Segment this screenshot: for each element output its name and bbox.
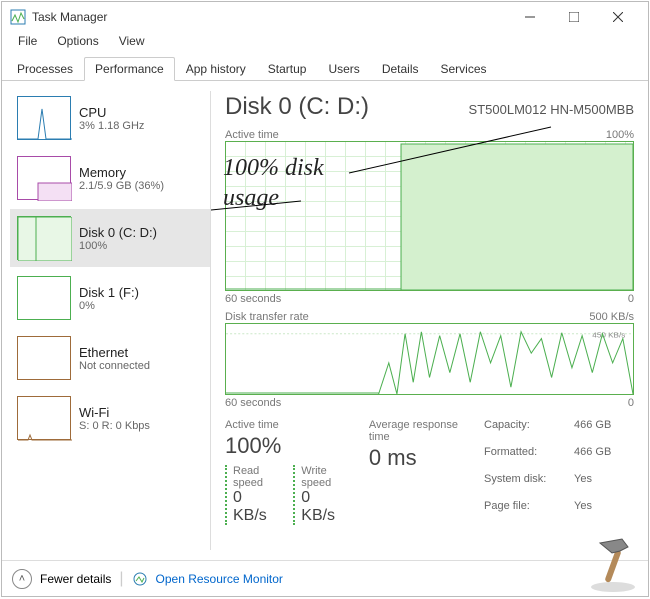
footer-bar: ˄ Fewer details | Open Resource Monitor [2, 560, 648, 596]
page-title: Disk 0 (C: D:) [225, 93, 369, 121]
sysdisk-val: Yes [574, 473, 634, 498]
capacity-key: Capacity: [484, 419, 574, 444]
graph2-xright: 0 [628, 397, 634, 409]
sysdisk-key: System disk: [484, 473, 574, 498]
sidebar-item-disk1[interactable]: Disk 1 (F:)0% [10, 269, 210, 327]
performance-sidebar: CPU3% 1.18 GHz Memory2.1/5.9 GB (36%) Di… [2, 81, 210, 560]
sidebar-item-ethernet[interactable]: EthernetNot connected [10, 329, 210, 387]
menu-view[interactable]: View [109, 32, 155, 54]
window-title: Task Manager [32, 10, 508, 24]
cpu-label: CPU [79, 105, 144, 120]
graph1-label: Active time [225, 129, 279, 141]
sidebar-item-memory[interactable]: Memory2.1/5.9 GB (36%) [10, 149, 210, 207]
app-icon [10, 9, 26, 25]
ethernet-sub: Not connected [79, 360, 150, 372]
graph2-xleft: 60 seconds [225, 397, 281, 409]
hammer-watermark-icon [582, 531, 644, 593]
sidebar-item-wifi[interactable]: Wi-FiS: 0 R: 0 Kbps [10, 389, 210, 447]
disk0-label: Disk 0 (C: D:) [79, 225, 157, 240]
write-speed-label: Write speed [301, 465, 347, 489]
disk1-thumb-icon [17, 276, 71, 320]
graph1-xright: 0 [628, 293, 634, 305]
titlebar[interactable]: Task Manager [2, 2, 648, 32]
active-time-label: Active time [225, 419, 347, 431]
read-speed-value: 0 KB/s [233, 489, 279, 525]
sidebar-item-cpu[interactable]: CPU3% 1.18 GHz [10, 89, 210, 147]
graph1-xleft: 60 seconds [225, 293, 281, 305]
graph2-label: Disk transfer rate [225, 311, 309, 323]
tab-processes[interactable]: Processes [6, 57, 84, 81]
cpu-thumb-icon [17, 96, 71, 140]
wifi-sub: S: 0 R: 0 Kbps [79, 420, 150, 432]
tab-users[interactable]: Users [317, 57, 370, 81]
formatted-key: Formatted: [484, 446, 574, 471]
cpu-sub: 3% 1.18 GHz [79, 120, 144, 132]
tab-services[interactable]: Services [430, 57, 498, 81]
memory-sub: 2.1/5.9 GB (36%) [79, 180, 164, 192]
main-panel: Disk 0 (C: D:) ST500LM012 HN-M500MBB Act… [211, 81, 648, 560]
resp-time-label: Average response time [369, 419, 462, 443]
annotation-line1: 100% disk [223, 155, 324, 182]
memory-label: Memory [79, 165, 164, 180]
tab-bar: Processes Performance App history Startu… [2, 56, 648, 81]
ethernet-thumb-icon [17, 336, 71, 380]
disk-model: ST500LM012 HN-M500MBB [469, 102, 634, 117]
tab-details[interactable]: Details [371, 57, 430, 81]
fewer-details-link[interactable]: Fewer details [40, 572, 111, 586]
graph1-max: 100% [606, 129, 634, 141]
body: CPU3% 1.18 GHz Memory2.1/5.9 GB (36%) Di… [2, 81, 648, 560]
formatted-val: 466 GB [574, 446, 634, 471]
disk1-label: Disk 1 (F:) [79, 285, 139, 300]
capacity-val: 466 GB [574, 419, 634, 444]
open-resource-monitor-link[interactable]: Open Resource Monitor [156, 572, 283, 586]
wifi-thumb-icon [17, 396, 71, 440]
menubar: File Options View [2, 32, 648, 54]
wifi-label: Wi-Fi [79, 405, 150, 420]
resp-time-value: 0 ms [369, 445, 462, 471]
tab-performance[interactable]: Performance [84, 57, 175, 81]
disk0-sub: 100% [79, 240, 157, 252]
chevron-up-icon[interactable]: ˄ [12, 569, 32, 589]
read-speed-label: Read speed [233, 465, 279, 489]
task-manager-window: Task Manager File Options View Processes… [1, 1, 649, 597]
minimize-button[interactable] [508, 3, 552, 31]
tab-app-history[interactable]: App history [175, 57, 257, 81]
write-speed-value: 0 KB/s [301, 489, 347, 525]
stats-row: Active time 100% Read speed 0 KB/s Write… [225, 419, 634, 525]
pagefile-val: Yes [574, 500, 634, 525]
close-button[interactable] [596, 3, 640, 31]
transfer-rate-graph: 450 KB/s [225, 323, 634, 395]
pagefile-key: Page file: [484, 500, 574, 525]
menu-file[interactable]: File [8, 32, 47, 54]
disk-properties: Capacity:466 GB Formatted:466 GB System … [484, 419, 634, 525]
disk0-thumb-icon [17, 216, 71, 260]
maximize-button[interactable] [552, 3, 596, 31]
memory-thumb-icon [17, 156, 71, 200]
resource-monitor-icon [132, 571, 148, 587]
graph2-mark: 450 KB/s [592, 331, 625, 340]
graph2-max: 500 KB/s [589, 311, 634, 323]
menu-options[interactable]: Options [47, 32, 108, 54]
disk1-sub: 0% [79, 300, 139, 312]
ethernet-label: Ethernet [79, 345, 150, 360]
annotation-line2: usage [223, 185, 279, 212]
sidebar-item-disk0[interactable]: Disk 0 (C: D:)100% [10, 209, 210, 267]
tab-startup[interactable]: Startup [257, 57, 318, 81]
active-time-value: 100% [225, 433, 347, 459]
